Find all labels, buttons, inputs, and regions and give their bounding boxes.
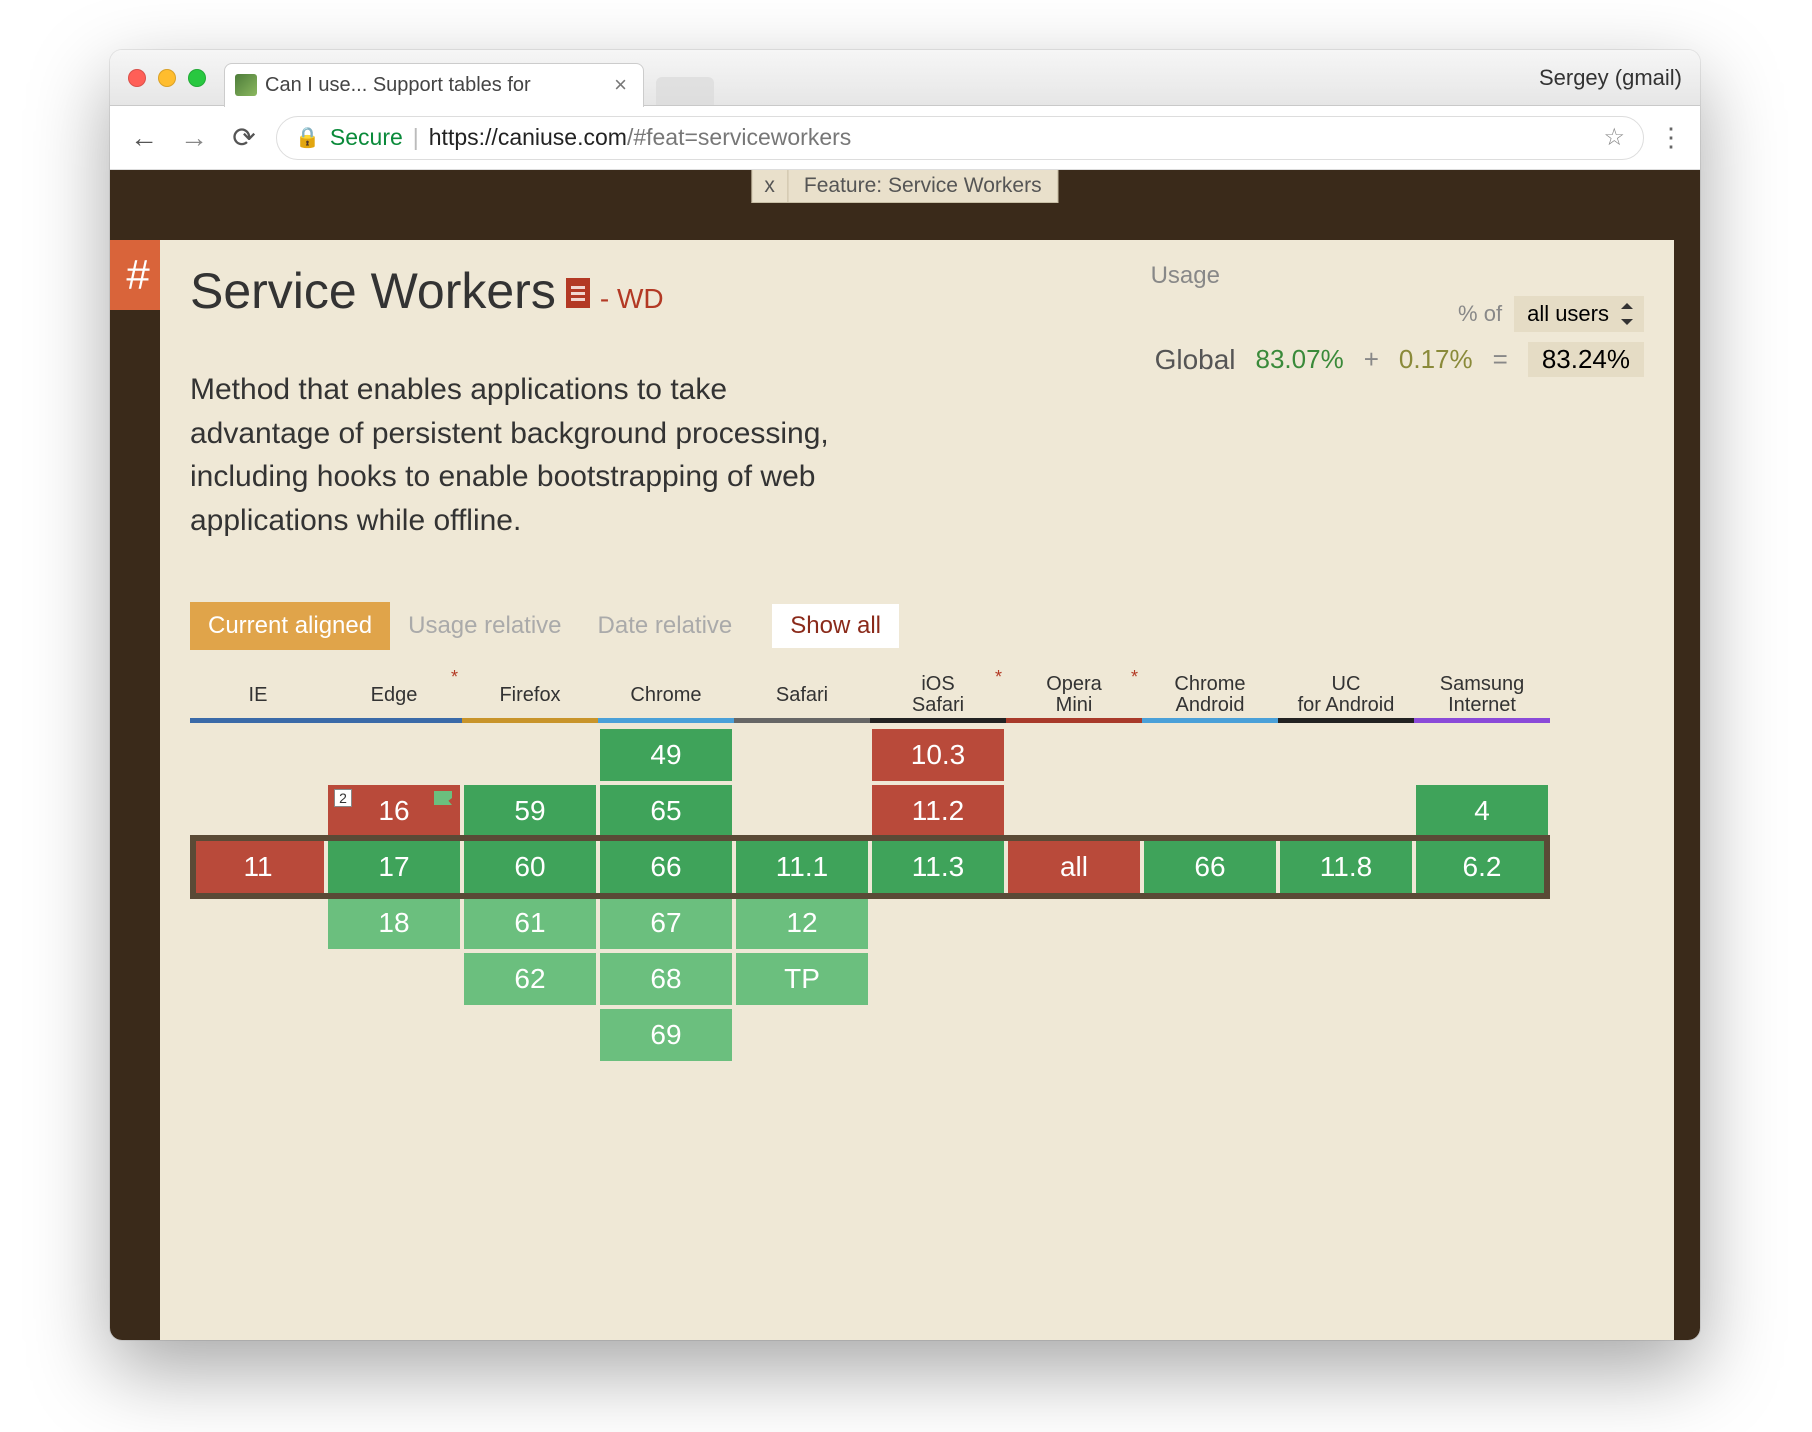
address-bar: ← → ⟳ 🔒 Secure | https://caniuse.com/#fe… — [110, 106, 1700, 170]
tab-usage-relative[interactable]: Usage relative — [390, 602, 579, 650]
support-cell[interactable]: TP — [736, 953, 868, 1005]
support-cell[interactable]: 11 — [192, 841, 324, 893]
support-cell[interactable]: 11.2 — [872, 785, 1004, 837]
user-scope-select[interactable]: all users — [1514, 296, 1644, 332]
support-cell[interactable]: 6.2 — [1416, 841, 1548, 893]
browser-header-edge: Edge* — [326, 672, 462, 725]
feature-pill: x Feature: Service Workers — [751, 170, 1058, 203]
support-cell[interactable]: 10.3 — [872, 729, 1004, 781]
browser-header-ie: IE — [190, 672, 326, 725]
close-window-icon[interactable] — [128, 69, 146, 87]
support-cell[interactable]: 59 — [464, 785, 596, 837]
pct-of-label: % of — [1458, 301, 1502, 327]
support-cell[interactable]: 11.1 — [736, 841, 868, 893]
reload-button[interactable]: ⟳ — [226, 121, 262, 154]
show-all-button[interactable]: Show all — [772, 604, 899, 648]
support-cell[interactable]: 49 — [600, 729, 732, 781]
support-cell[interactable]: 11.3 — [872, 841, 1004, 893]
spec-doc-icon[interactable] — [566, 278, 590, 308]
browser-header-opera: OperaMini* — [1006, 672, 1142, 725]
lock-icon: 🔒 — [295, 125, 320, 150]
browser-header-ios: iOSSafari* — [870, 672, 1006, 725]
support-cell[interactable]: all — [1008, 841, 1140, 893]
total-pct: 83.24% — [1528, 342, 1644, 377]
pill-close-button[interactable]: x — [752, 170, 788, 202]
support-cell[interactable]: 17 — [328, 841, 460, 893]
feature-title: Service Workers — [190, 262, 556, 320]
browser-window: Can I use... Support tables for × Sergey… — [110, 50, 1700, 1340]
supported-pct: 83.07% — [1256, 344, 1344, 375]
spec-status: - WD — [600, 283, 664, 315]
window-controls — [128, 69, 206, 87]
browser-header-safari: Safari — [734, 672, 870, 725]
support-cell[interactable]: 62 — [464, 953, 596, 1005]
support-cell[interactable]: 68 — [600, 953, 732, 1005]
usage-block: Usage % of all users Global 83.07% + 0.1… — [1151, 262, 1644, 377]
permalink-hash-icon[interactable]: # — [110, 240, 166, 310]
support-cell[interactable]: 60 — [464, 841, 596, 893]
browser-header-firefox: Firefox — [462, 672, 598, 725]
tab-current-aligned[interactable]: Current aligned — [190, 602, 390, 650]
secure-label: Secure — [330, 124, 403, 151]
back-button[interactable]: ← — [126, 122, 162, 154]
support-cell[interactable]: 66 — [600, 841, 732, 893]
titlebar: Can I use... Support tables for × Sergey… — [110, 50, 1700, 106]
tab-date-relative[interactable]: Date relative — [580, 602, 751, 650]
support-cell[interactable]: 69 — [600, 1009, 732, 1061]
support-grid: IEEdge*FirefoxChromeSafariiOSSafari*Oper… — [190, 672, 1644, 1117]
minimize-window-icon[interactable] — [158, 69, 176, 87]
partial-pct: 0.17% — [1399, 344, 1473, 375]
bookmark-icon[interactable]: ☆ — [1603, 123, 1625, 152]
favicon-icon — [235, 74, 257, 96]
browser-header-cand: ChromeAndroid — [1142, 672, 1278, 725]
support-cell[interactable]: 12 — [736, 897, 868, 949]
support-cell[interactable]: 61 — [464, 897, 596, 949]
maximize-window-icon[interactable] — [188, 69, 206, 87]
view-tabs: Current aligned Usage relative Date rela… — [190, 602, 1644, 650]
browser-header-uc: UCfor Android — [1278, 672, 1414, 725]
support-cell[interactable]: 18 — [328, 897, 460, 949]
new-tab-button[interactable] — [656, 77, 714, 105]
tab-title: Can I use... Support tables for — [265, 74, 531, 97]
support-cell[interactable]: 65 — [600, 785, 732, 837]
url-input[interactable]: 🔒 Secure | https://caniuse.com/#feat=ser… — [276, 116, 1644, 160]
browser-header-chrome: Chrome — [598, 672, 734, 725]
feature-panel: Service Workers - WD Usage % of all user… — [160, 240, 1674, 1340]
url-text: https://caniuse.com/#feat=serviceworkers — [429, 124, 852, 151]
forward-button[interactable]: → — [176, 122, 212, 154]
support-cell[interactable]: 11.8 — [1280, 841, 1412, 893]
tab-close-icon[interactable]: × — [614, 72, 627, 98]
page-content: x Feature: Service Workers # Service Wor… — [110, 170, 1700, 1340]
support-cell[interactable]: 66 — [1144, 841, 1276, 893]
usage-label: Usage — [1151, 262, 1644, 290]
support-cell[interactable]: 162 — [328, 785, 460, 837]
support-cell[interactable]: 67 — [600, 897, 732, 949]
feature-description: Method that enables applications to take… — [190, 368, 830, 542]
menu-icon[interactable]: ⋮ — [1658, 122, 1684, 153]
browser-tab[interactable]: Can I use... Support tables for × — [224, 63, 644, 107]
support-cell[interactable]: 4 — [1416, 785, 1548, 837]
browser-header-samsung: SamsungInternet — [1414, 672, 1550, 725]
pill-label: Feature: Service Workers — [788, 170, 1058, 202]
profile-label[interactable]: Sergey (gmail) — [1539, 65, 1682, 91]
global-label: Global — [1151, 344, 1236, 376]
